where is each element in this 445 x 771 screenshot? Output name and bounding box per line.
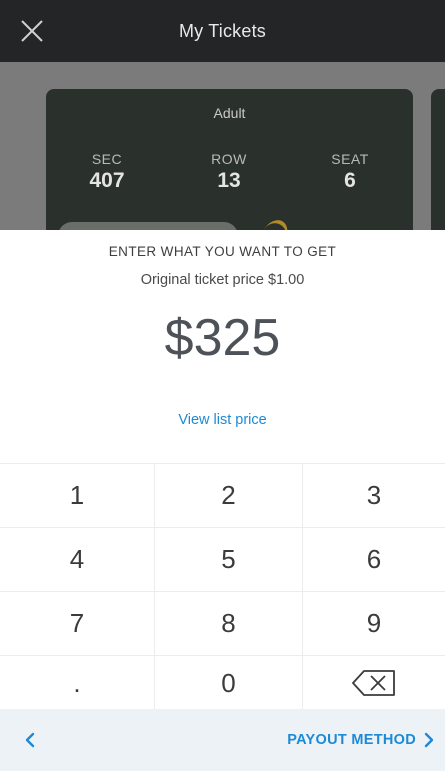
key-9[interactable]: 9	[303, 592, 445, 656]
section-info: SEC 407	[62, 151, 152, 193]
row-value: 13	[217, 169, 241, 192]
chevron-right-icon	[424, 732, 434, 748]
next-ticket-card[interactable]	[431, 89, 445, 230]
chevron-left-icon	[25, 732, 35, 748]
section-value: 407	[89, 169, 125, 192]
price-entry-panel: ENTER WHAT YOU WANT TO GET Original tick…	[0, 230, 445, 463]
key-3[interactable]: 3	[303, 464, 445, 528]
seat-info: SEAT 6	[305, 151, 395, 193]
ticket-card[interactable]: Adult SEC 407 ROW 13 SEAT 6	[46, 89, 413, 230]
wallet-pass-button	[58, 222, 238, 230]
ticket-type: Adult	[213, 105, 246, 121]
ticket-carousel: Adult SEC 407 ROW 13 SEAT 6	[0, 62, 445, 230]
price-display: $325	[164, 309, 281, 367]
bottom-nav-bar: PAYOUT METHOD	[0, 709, 445, 771]
key-1[interactable]: 1	[0, 464, 155, 528]
app-header: My Tickets	[0, 0, 445, 62]
section-label: SEC	[91, 151, 123, 167]
key-0[interactable]: 0	[155, 656, 303, 710]
backspace-icon	[352, 670, 395, 696]
close-icon	[21, 20, 43, 42]
row-info: ROW 13	[184, 151, 274, 193]
key-decimal[interactable]: .	[0, 656, 155, 710]
payout-method-button[interactable]: PAYOUT METHOD	[287, 732, 435, 748]
backspace-key[interactable]	[303, 656, 445, 710]
key-4[interactable]: 4	[0, 528, 155, 592]
back-button[interactable]	[24, 730, 44, 750]
original-price-text: Original ticket price $1.00	[140, 272, 305, 288]
key-6[interactable]: 6	[303, 528, 445, 592]
view-list-price-link[interactable]: View list price	[0, 412, 445, 428]
key-7[interactable]: 7	[0, 592, 155, 656]
numeric-keypad: 1 2 3 4 5 6 7 8 9 . 0	[0, 463, 445, 710]
key-8[interactable]: 8	[155, 592, 303, 656]
seat-value: 6	[344, 169, 356, 192]
row-label: ROW	[211, 151, 247, 167]
seat-label: SEAT	[331, 151, 369, 167]
entry-heading: ENTER WHAT YOU WANT TO GET	[108, 244, 337, 259]
close-button[interactable]	[18, 17, 46, 45]
key-2[interactable]: 2	[155, 464, 303, 528]
key-5[interactable]: 5	[155, 528, 303, 592]
ticket-accent-mark	[255, 215, 293, 230]
payout-method-label: PAYOUT METHOD	[287, 732, 416, 748]
page-title: My Tickets	[178, 20, 266, 41]
